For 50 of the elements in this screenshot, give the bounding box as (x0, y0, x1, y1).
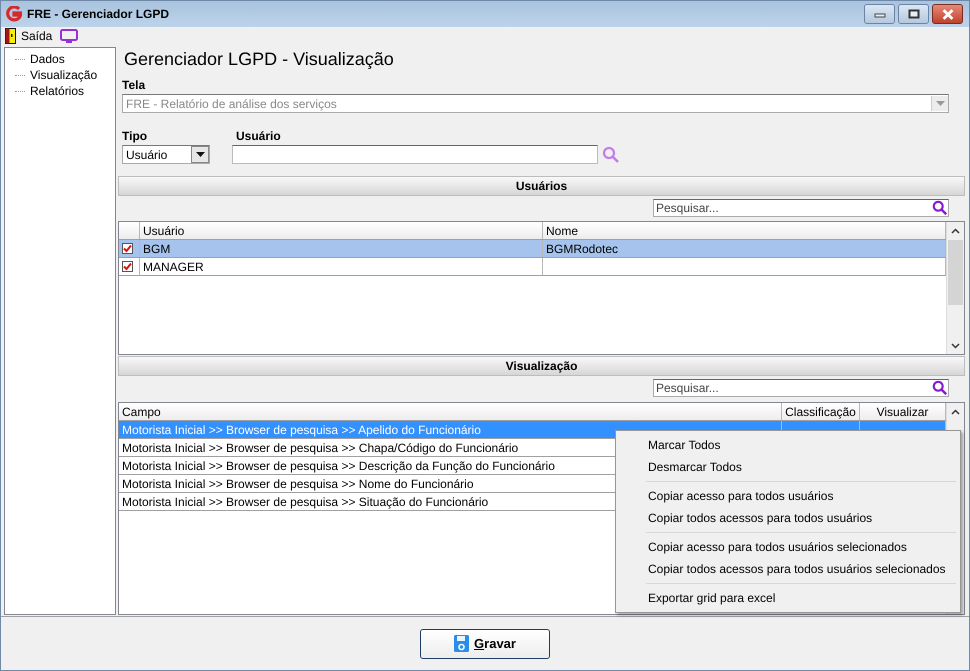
table-cell: Motorista Inicial >> Browser de pesquisa >> Chapa/Código do Funcionário (122, 440, 518, 454)
maximize-button[interactable] (898, 4, 929, 24)
section-header: Usuários (118, 176, 965, 196)
table-cell: MANAGER (143, 260, 204, 274)
column-header[interactable]: Usuário (140, 222, 543, 239)
door-icon (5, 28, 16, 44)
menu-item[interactable]: Copiar todos acessos para todos usuários selecionados (618, 558, 958, 580)
table-cell: Motorista Inicial >> Browser de pesquisa >> Descrição da Função do Funcionário (122, 458, 555, 472)
monitor-icon[interactable] (60, 28, 78, 44)
search-field[interactable]: Pesquisar... (653, 379, 949, 397)
search-icon[interactable] (932, 380, 948, 396)
exit-button[interactable]: Saída (5, 28, 52, 44)
section-header: Visualização (118, 356, 965, 376)
close-icon (940, 8, 954, 20)
tree-item[interactable]: Dados (28, 52, 67, 66)
grid-row[interactable]: BGM BGMRodotec (119, 240, 946, 258)
caret-icon (936, 101, 944, 106)
table-cell: Motorista Inicial >> Browser de pesquisa >> Nome do Funcionário (122, 476, 474, 490)
tree-item[interactable]: Visualização (28, 68, 100, 82)
minimize-button[interactable] (864, 4, 895, 24)
scrollbar[interactable] (946, 222, 964, 354)
menu-item[interactable]: Copiar acesso para todos usuários selecionados (618, 536, 958, 558)
table-cell: BGMRodotec (546, 242, 618, 256)
grid-row[interactable]: MANAGER (119, 258, 946, 276)
type-dropdown[interactable]: Usuário (122, 145, 210, 164)
checkbox[interactable] (122, 261, 133, 272)
column-header[interactable]: Campo (119, 403, 782, 420)
column-header[interactable]: Classificação (782, 403, 860, 420)
menu-item[interactable]: Exportar grid para excel (618, 587, 958, 609)
field-label: Tipo (121, 129, 148, 143)
scroll-down-icon[interactable] (951, 342, 960, 348)
table-cell: Motorista Inicial >> Browser de pesquisa >> Situação do Funcionário (122, 494, 488, 508)
page-heading: Gerenciador LGPD - Visualização (123, 48, 395, 71)
table-cell: BGM (143, 242, 170, 256)
scroll-up-icon[interactable] (951, 408, 960, 414)
tree-item[interactable]: Relatórios (28, 84, 86, 98)
user-input-field[interactable] (232, 145, 598, 164)
scroll-up-icon[interactable] (951, 228, 960, 234)
save-button[interactable]: Gravar (420, 628, 550, 658)
maximize-icon (908, 9, 920, 19)
window-title: FRE - Gerenciador LGPD (27, 7, 170, 21)
checkbox[interactable] (122, 243, 133, 254)
field-label: Usuário (235, 129, 282, 143)
close-button[interactable] (932, 4, 963, 24)
search-icon[interactable] (932, 200, 948, 216)
table-cell: Motorista Inicial >> Browser de pesquisa >> Apelido do Funcionário (122, 422, 481, 436)
field-label: Tela (121, 78, 146, 92)
caret-icon (196, 152, 204, 157)
search-field[interactable]: Pesquisar... (653, 199, 949, 217)
app-logo-icon (6, 6, 22, 22)
